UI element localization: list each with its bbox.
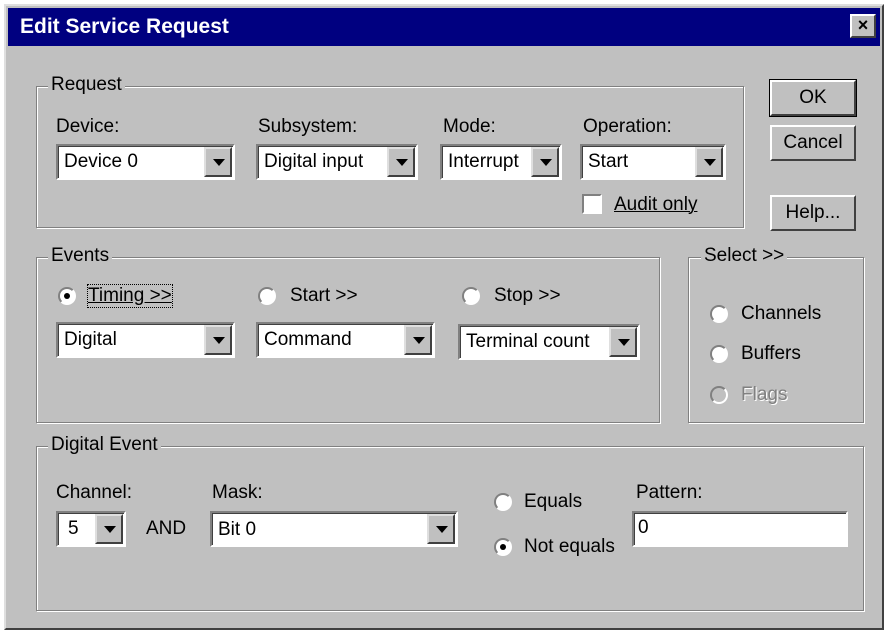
select-legend: Select >> (701, 246, 788, 266)
channels-label[interactable]: Channels (741, 303, 821, 325)
start-value: Command (264, 329, 352, 350)
channel-combo[interactable]: 5 (56, 511, 126, 547)
subsystem-combo[interactable]: Digital input (256, 144, 418, 180)
stop-value: Terminal count (466, 331, 590, 352)
operation-value: Start (588, 151, 629, 172)
timing-value: Digital (64, 329, 117, 350)
operation-label: Operation: (583, 116, 672, 137)
not-equals-label[interactable]: Not equals (524, 536, 615, 558)
channels-radio[interactable] (710, 305, 728, 323)
audit-only-label[interactable]: Audit only (614, 194, 697, 216)
dialog-title: Edit Service Request (20, 15, 229, 38)
start-label[interactable]: Start >> (290, 285, 358, 307)
cancel-button[interactable]: Cancel (770, 125, 856, 161)
channel-value: 5 (68, 518, 79, 539)
chevron-down-icon[interactable] (387, 147, 415, 177)
timing-label[interactable]: Timing >> (87, 284, 173, 308)
chevron-down-icon[interactable] (695, 147, 723, 177)
timing-radio[interactable] (58, 287, 76, 305)
flags-label: Flags (741, 384, 788, 405)
subsystem-value: Digital input (264, 151, 364, 172)
equals-radio[interactable] (494, 493, 512, 511)
mode-combo[interactable]: Interrupt (440, 144, 562, 180)
close-icon[interactable]: × (850, 14, 876, 38)
subsystem-label: Subsystem: (258, 116, 358, 137)
channel-label: Channel: (56, 482, 133, 503)
mode-value: Interrupt (448, 151, 519, 172)
ok-button[interactable]: OK (769, 79, 857, 117)
stop-label[interactable]: Stop >> (494, 285, 561, 307)
flags-radio (710, 386, 728, 404)
radio-selected-dot (500, 544, 506, 550)
device-label: Device: (56, 116, 120, 137)
request-legend: Request (48, 75, 125, 95)
mask-combo[interactable]: Bit 0 (210, 511, 458, 547)
start-radio[interactable] (258, 287, 276, 305)
mode-label: Mode: (443, 116, 496, 137)
title-bar[interactable]: Edit Service Request × (8, 8, 880, 46)
chevron-down-icon[interactable] (204, 147, 232, 177)
stop-combo[interactable]: Terminal count (458, 324, 640, 360)
buffers-radio[interactable] (710, 345, 728, 363)
radio-selected-dot (64, 293, 70, 299)
mask-label: Mask: (212, 482, 263, 503)
operation-combo[interactable]: Start (580, 144, 726, 180)
stop-radio[interactable] (462, 287, 480, 305)
chevron-down-icon[interactable] (95, 514, 123, 544)
pattern-label: Pattern: (636, 482, 703, 503)
chevron-down-icon[interactable] (404, 325, 432, 355)
chevron-down-icon[interactable] (609, 327, 637, 357)
buffers-label[interactable]: Buffers (741, 343, 801, 365)
audit-only-checkbox[interactable] (582, 194, 602, 214)
device-combo[interactable]: Device 0 (56, 144, 235, 180)
chevron-down-icon[interactable] (204, 325, 232, 355)
timing-combo[interactable]: Digital (56, 322, 235, 358)
events-legend: Events (48, 246, 113, 266)
pattern-input[interactable]: 0 (632, 511, 848, 547)
help-button[interactable]: Help... (770, 195, 856, 231)
mask-value: Bit 0 (218, 519, 257, 540)
equals-label[interactable]: Equals (524, 491, 582, 513)
start-combo[interactable]: Command (256, 322, 435, 358)
not-equals-radio[interactable] (494, 538, 512, 556)
device-value: Device 0 (64, 151, 138, 172)
digital-event-legend: Digital Event (48, 435, 161, 455)
chevron-down-icon[interactable] (427, 514, 455, 544)
chevron-down-icon[interactable] (531, 147, 559, 177)
pattern-value: 0 (638, 517, 649, 538)
and-label: AND (146, 518, 187, 539)
